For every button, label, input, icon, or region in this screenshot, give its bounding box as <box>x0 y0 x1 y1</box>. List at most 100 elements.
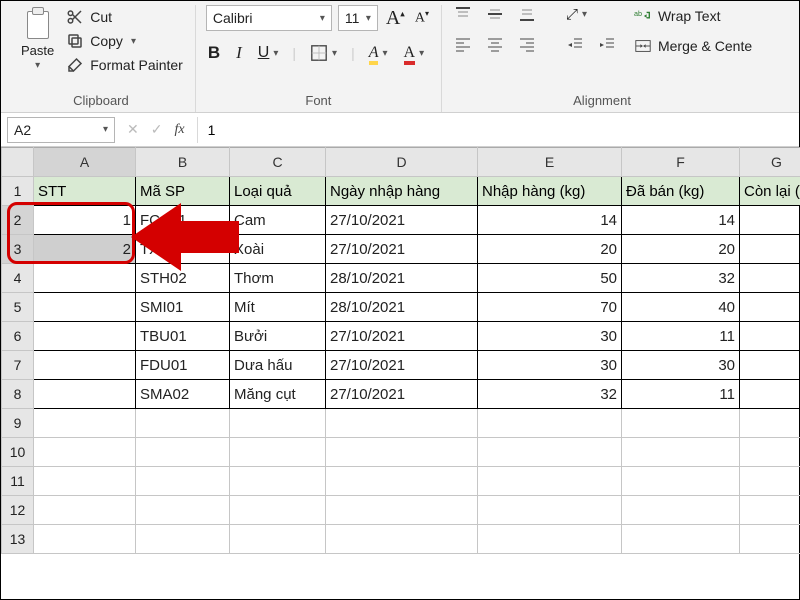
cell[interactable]: 32 <box>478 380 622 409</box>
table-row[interactable]: 7FDU01Dưa hấu27/10/20213030 <box>2 351 800 380</box>
cell[interactable] <box>478 467 622 496</box>
borders-button[interactable]: ▾ <box>308 44 339 62</box>
copy-button[interactable]: Copy ▾ <box>64 31 185 51</box>
cell[interactable]: Thơm <box>230 264 326 293</box>
cell[interactable]: 30 <box>622 351 740 380</box>
cell[interactable] <box>740 438 800 467</box>
italic-button[interactable]: I <box>234 43 244 63</box>
col-header[interactable]: B <box>136 148 230 177</box>
cell[interactable]: 20 <box>622 235 740 264</box>
cell[interactable]: 1 <box>34 206 136 235</box>
chevron-down-icon[interactable]: ▾ <box>582 9 587 20</box>
cell[interactable] <box>740 409 800 438</box>
cell[interactable] <box>622 525 740 554</box>
merge-center-button[interactable]: Merge & Cente <box>634 37 752 55</box>
header-cell[interactable]: Còn lại ( <box>740 177 800 206</box>
cell[interactable] <box>34 264 136 293</box>
align-right-button[interactable] <box>516 35 538 53</box>
cell[interactable]: Dưa hấu <box>230 351 326 380</box>
col-header[interactable]: D <box>326 148 478 177</box>
decrease-font-button[interactable]: A▾ <box>413 9 431 27</box>
increase-indent-button[interactable] <box>596 35 618 53</box>
cell[interactable]: Mít <box>230 293 326 322</box>
row-header[interactable]: 5 <box>2 293 34 322</box>
cell[interactable]: 40 <box>622 293 740 322</box>
font-name-select[interactable]: Calibri ▾ <box>206 5 332 31</box>
table-row[interactable]: 10 <box>2 438 800 467</box>
cell[interactable] <box>622 496 740 525</box>
row-header[interactable]: 8 <box>2 380 34 409</box>
cell[interactable] <box>136 496 230 525</box>
row-header[interactable]: 1 <box>2 177 34 206</box>
cell[interactable]: Xoài <box>230 235 326 264</box>
cell[interactable] <box>740 467 800 496</box>
font-color-button[interactable]: A▾ <box>402 44 427 62</box>
cell[interactable] <box>326 409 478 438</box>
cell[interactable]: Măng cụt <box>230 380 326 409</box>
chevron-down-icon[interactable]: ▾ <box>332 48 337 59</box>
table-row[interactable]: 32TXCXoài27/10/20212020 <box>2 235 800 264</box>
table-row[interactable]: 8SMA02Măng cụt27/10/20213211 <box>2 380 800 409</box>
header-cell[interactable]: Ngày nhập hàng <box>326 177 478 206</box>
cell[interactable] <box>740 351 800 380</box>
cell[interactable] <box>740 293 800 322</box>
table-row[interactable]: 12 <box>2 496 800 525</box>
table-row[interactable]: 9 <box>2 409 800 438</box>
cell[interactable] <box>34 351 136 380</box>
cell[interactable] <box>326 496 478 525</box>
align-center-button[interactable] <box>484 35 506 53</box>
cell[interactable] <box>34 380 136 409</box>
chevron-down-icon[interactable]: ▾ <box>131 36 136 47</box>
table-row[interactable]: 13 <box>2 525 800 554</box>
cell[interactable]: 30 <box>478 322 622 351</box>
cell[interactable] <box>622 409 740 438</box>
formula-input[interactable] <box>197 117 799 143</box>
table-row[interactable]: 11 <box>2 467 800 496</box>
wrap-text-button[interactable]: ab Wrap Text <box>634 7 752 25</box>
chevron-down-icon[interactable]: ▾ <box>366 13 371 24</box>
col-header[interactable]: E <box>478 148 622 177</box>
col-header[interactable]: F <box>622 148 740 177</box>
cell[interactable] <box>622 438 740 467</box>
cell[interactable]: 30 <box>478 351 622 380</box>
cell[interactable]: 27/10/2021 <box>326 235 478 264</box>
chevron-down-icon[interactable]: ▾ <box>419 48 424 59</box>
col-header[interactable]: G <box>740 148 800 177</box>
fill-color-button[interactable]: A▾ <box>367 44 390 62</box>
chevron-down-icon[interactable]: ▾ <box>103 124 108 135</box>
cell[interactable] <box>326 525 478 554</box>
table-header-row[interactable]: 1STTMã SPLoại quảNgày nhập hàngNhập hàng… <box>2 177 800 206</box>
cut-button[interactable]: Cut <box>64 7 185 27</box>
chevron-down-icon[interactable]: ▾ <box>382 48 387 59</box>
header-cell[interactable]: Đã bán (kg) <box>622 177 740 206</box>
cell[interactable] <box>136 467 230 496</box>
bold-button[interactable]: B <box>206 43 222 63</box>
header-cell[interactable]: Loại quả <box>230 177 326 206</box>
cell[interactable]: 27/10/2021 <box>326 322 478 351</box>
header-cell[interactable]: Nhập hàng (kg) <box>478 177 622 206</box>
cell[interactable] <box>230 496 326 525</box>
cell[interactable] <box>740 322 800 351</box>
cell[interactable] <box>34 525 136 554</box>
cell[interactable]: FDU01 <box>136 351 230 380</box>
font-size-select[interactable]: 11 ▾ <box>338 5 378 31</box>
name-box[interactable]: A2 ▾ <box>7 117 115 143</box>
row-header[interactable]: 12 <box>2 496 34 525</box>
header-cell[interactable]: STT <box>34 177 136 206</box>
cancel-formula-icon[interactable]: ✕ <box>127 121 139 138</box>
select-all-corner[interactable] <box>2 148 34 177</box>
cell[interactable]: 27/10/2021 <box>326 380 478 409</box>
cell[interactable]: Cam <box>230 206 326 235</box>
cell[interactable] <box>230 438 326 467</box>
cell[interactable]: 27/10/2021 <box>326 206 478 235</box>
cell[interactable] <box>136 409 230 438</box>
cell[interactable]: 2 <box>34 235 136 264</box>
align-left-button[interactable] <box>452 35 474 53</box>
orientation-button[interactable]: ⤢▾ <box>564 6 589 23</box>
cell[interactable] <box>740 496 800 525</box>
cell[interactable]: TXC <box>136 235 230 264</box>
cell[interactable] <box>478 525 622 554</box>
cell[interactable]: 14 <box>478 206 622 235</box>
cell[interactable] <box>230 467 326 496</box>
cell[interactable] <box>478 496 622 525</box>
